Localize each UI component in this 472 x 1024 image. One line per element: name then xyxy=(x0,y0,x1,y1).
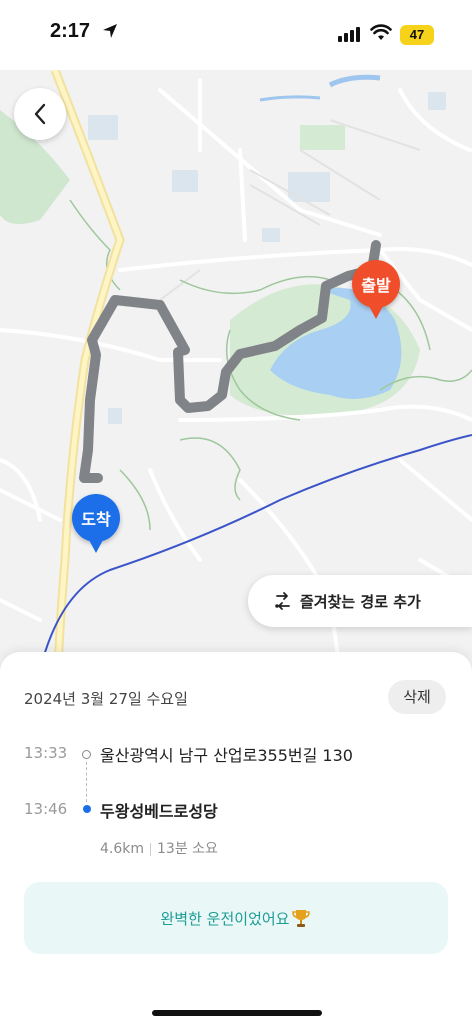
status-bar: 2:17 47 xyxy=(0,0,472,70)
trip-distance: 4.6km xyxy=(100,841,145,857)
end-marker[interactable]: 도착 xyxy=(72,494,120,553)
destination-dot-icon xyxy=(83,805,91,813)
delete-button[interactable]: 삭제 xyxy=(388,680,446,714)
route-swap-icon xyxy=(275,592,290,610)
start-marker-label: 출발 xyxy=(361,276,391,295)
summary-divider xyxy=(150,842,152,856)
trophy-icon xyxy=(292,910,311,927)
wifi-icon xyxy=(370,24,392,40)
add-favorite-route-label: 즐겨찾는 경로 추가 xyxy=(300,592,421,611)
location-arrow-icon xyxy=(103,24,117,38)
origin-dot-icon xyxy=(82,750,91,759)
driving-feedback-banner: 완벽한 운전이었어요 xyxy=(24,882,448,954)
route-connector xyxy=(86,762,87,802)
start-marker[interactable]: 출발 xyxy=(352,260,400,319)
end-marker-label: 도착 xyxy=(81,510,111,529)
trip-detail-sheet: 2024년 3월 27일 수요일 삭제 13:33 울산광역시 남구 산업로35… xyxy=(0,652,472,1024)
driving-feedback-text: 완벽한 운전이었어요 xyxy=(160,909,290,928)
home-indicator xyxy=(152,1010,322,1016)
chevron-left-icon xyxy=(34,103,46,125)
cellular-signal-icon xyxy=(338,27,360,42)
status-time: 2:17 xyxy=(50,20,91,42)
origin-address: 울산광역시 남구 산업로355번길 130 xyxy=(100,746,353,765)
origin-time: 13:33 xyxy=(24,744,68,762)
back-button[interactable] xyxy=(14,88,66,140)
add-favorite-route-button[interactable]: 즐겨찾는 경로 추가 xyxy=(248,575,472,627)
battery-level: 47 xyxy=(400,25,434,45)
destination-time: 13:46 xyxy=(24,800,68,818)
trip-date: 2024년 3월 27일 수요일 xyxy=(24,690,188,708)
trip-duration: 13분 소요 xyxy=(157,841,218,857)
trip-summary: 4.6km 13분 소요 xyxy=(100,838,218,858)
destination-name: 두왕성베드로성당 xyxy=(100,802,218,821)
